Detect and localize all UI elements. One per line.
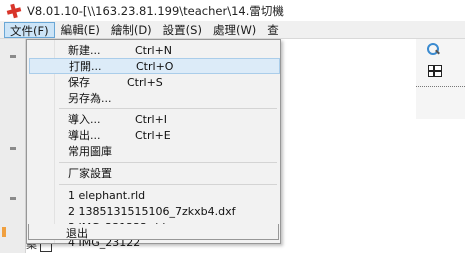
menu-item-shortcut: Ctrl+O (136, 59, 174, 73)
zoom-icon[interactable] (427, 43, 440, 56)
menu-settings[interactable]: 設置(S) (158, 22, 207, 38)
toolbar-handle[interactable] (10, 147, 16, 150)
ruler-line (416, 86, 465, 87)
menu-item-label: 導出... (68, 129, 101, 142)
menu-item-label: 退出 (66, 227, 88, 240)
menu-item-shortcut: Ctrl+N (135, 43, 173, 57)
layer-color-swatch[interactable] (2, 227, 6, 237)
menu-item-new[interactable]: 新建... Ctrl+N (29, 42, 280, 58)
menu-file[interactable]: 文件(F) (4, 21, 55, 38)
menu-item-label: 2 1385131515106_7zkxb4.dxf (68, 204, 236, 218)
menu-bar: 文件(F) 編輯(E) 繪制(D) 設置(S) 處理(W) 查 (0, 21, 465, 39)
menu-separator (59, 162, 277, 163)
menu-item-label: 新建... (68, 44, 101, 57)
menu-item-save[interactable]: 保存 Ctrl+S (29, 74, 280, 90)
menu-separator (59, 184, 277, 185)
menu-item-save-as[interactable]: 另存為... (29, 90, 280, 106)
menu-item-library[interactable]: 常用圖庫 (29, 143, 280, 159)
toolbar-handle[interactable] (10, 55, 16, 58)
menu-process[interactable]: 處理(W) (208, 22, 261, 38)
menu-item-label: 厂家設置 (68, 167, 112, 180)
right-toolbar (416, 39, 465, 119)
title-bar: V8.01.10-[\\163.23.81.199\teacher\14.雷切機 (0, 0, 465, 21)
menu-edit[interactable]: 編輯(E) (56, 22, 105, 38)
menu-item-label: 另存為... (68, 92, 112, 105)
menu-item-recent-2[interactable]: 2 1385131515106_7zkxb4.dxf (29, 203, 280, 219)
menu-item-export[interactable]: 導出... Ctrl+E (29, 127, 280, 143)
menu-item-label: 1 elephant.rld (68, 188, 146, 202)
menu-item-label: 導入... (68, 113, 101, 126)
grid-icon[interactable] (428, 65, 442, 77)
menu-item-label: 常用圖庫 (68, 145, 112, 158)
menu-draw[interactable]: 繪制(D) (106, 22, 157, 38)
menu-item-open[interactable]: 打開... Ctrl+O (29, 58, 280, 74)
menu-item-shortcut: Ctrl+I (135, 112, 168, 126)
menu-item-import[interactable]: 導入... Ctrl+I (29, 111, 280, 127)
menu-item-recent-1[interactable]: 1 elephant.rld (29, 187, 280, 203)
left-toolbar (0, 39, 26, 253)
menu-item-vendor-settings[interactable]: 厂家設置 (29, 165, 280, 181)
file-menu-dropdown: 新建... Ctrl+N 打開... Ctrl+O 保存 Ctrl+S 另存為.… (26, 39, 281, 249)
menu-item-exit[interactable]: 退出 (28, 224, 279, 240)
window-title: V8.01.10-[\\163.23.81.199\teacher\14.雷切機 (27, 3, 284, 18)
app-logo-icon (6, 4, 22, 18)
menu-item-label: 保存 (68, 76, 90, 89)
toolbar-handle[interactable] (10, 197, 16, 200)
menu-view[interactable]: 查 (262, 22, 284, 38)
menu-item-shortcut: Ctrl+S (127, 75, 163, 89)
menu-item-shortcut: Ctrl+E (135, 128, 171, 142)
menu-item-label: 打開... (69, 60, 102, 73)
menu-separator (59, 108, 277, 109)
